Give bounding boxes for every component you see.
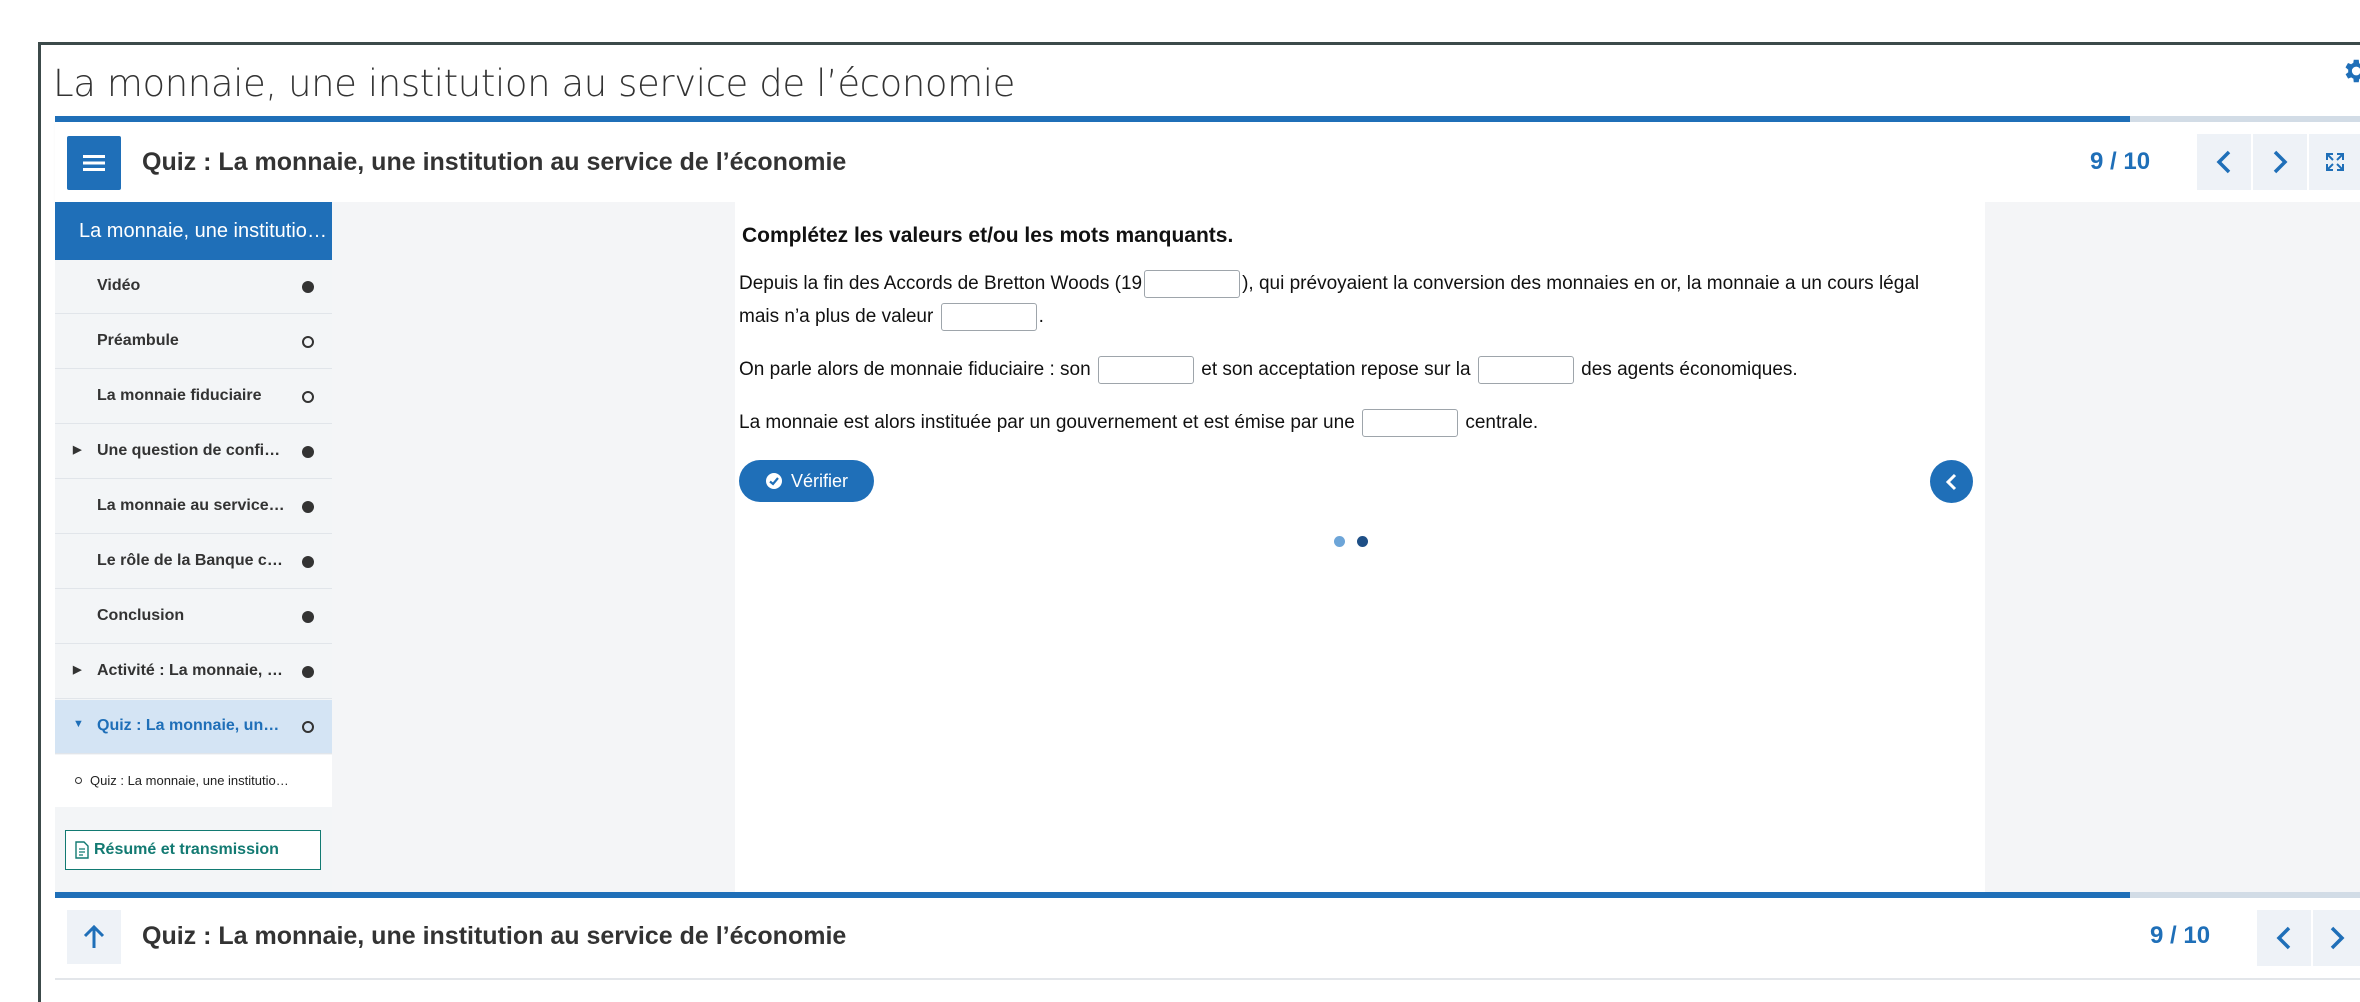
- status-complete-icon: [302, 501, 314, 513]
- sidebar-item-label: La monnaie fiduciaire: [97, 387, 262, 404]
- sidebar-item-label: La monnaie au service de l’économie: [97, 497, 287, 514]
- status-complete-icon: [302, 556, 314, 568]
- footer-previous-page-button[interactable]: [2257, 910, 2311, 966]
- page-title: La monnaie, une institution au service d…: [53, 62, 1016, 105]
- sidebar-item-question-confiance[interactable]: ▶ Une question de confiance: [55, 425, 332, 479]
- chevron-right-icon: [2330, 926, 2344, 950]
- gear-icon[interactable]: [2340, 56, 2360, 86]
- header-bar: Quiz : La monnaie, une institution au se…: [55, 122, 2360, 202]
- chevron-right-icon: [2273, 150, 2288, 174]
- sidebar-item-label: Quiz : La monnaie, une institution: [97, 717, 287, 734]
- sidebar-item-monnaie-service[interactable]: La monnaie au service de l’économie: [55, 480, 332, 534]
- footer-bar: Quiz : La monnaie, une institution au se…: [55, 898, 2360, 980]
- collapse-triangle-icon[interactable]: ▼: [73, 718, 84, 730]
- quiz-text: ), qui prévoyaient la conversion des mon…: [1242, 273, 1920, 294]
- check-circle-icon: [765, 473, 782, 489]
- footer-title: Quiz : La monnaie, une institution au se…: [142, 922, 847, 950]
- sidebar-subitem-label: Quiz : La monnaie, une institution au se…: [90, 773, 290, 788]
- quiz-text: La monnaie est alors instituée par un go…: [739, 412, 1355, 433]
- fullscreen-icon: [2325, 153, 2344, 171]
- blank-input-year[interactable]: [1144, 269, 1241, 298]
- quiz-paragraph-3: La monnaie est alors instituée par un go…: [739, 406, 1538, 439]
- quiz-instruction: Complétez les valeurs et/ou les mots man…: [742, 224, 1234, 247]
- fullscreen-button[interactable]: [2309, 134, 2360, 190]
- quiz-paragraph-2: On parle alors de monnaie fiduciaire : s…: [739, 353, 1798, 386]
- chevron-left-icon: [1945, 473, 1956, 490]
- chevron-left-icon: [2276, 926, 2291, 950]
- sidebar-item-label: Conclusion: [97, 607, 185, 624]
- sidebar-item-label: Activité : La monnaie, une institution: [97, 662, 287, 679]
- quiz-text: Depuis la fin des Accords de Bretton Woo…: [739, 273, 1143, 294]
- sidebar-item-monnaie-fiduciaire[interactable]: La monnaie fiduciaire: [55, 370, 332, 424]
- sidebar-item-role-banque[interactable]: Le rôle de la Banque centrale: [55, 535, 332, 589]
- header-title: Quiz : La monnaie, une institution au se…: [142, 148, 847, 176]
- next-page-button[interactable]: [2253, 134, 2307, 190]
- verify-button-label: Vérifier: [790, 470, 848, 491]
- pager-dot-2[interactable]: [1357, 536, 1368, 547]
- bullet-icon: [75, 777, 82, 784]
- summary-button-label: Résumé et transmission: [94, 841, 279, 858]
- sidebar-item-label: Le rôle de la Banque centrale: [97, 552, 287, 569]
- sidebar-item-label: Une question de confiance: [97, 442, 287, 459]
- page-counter: 9 / 10: [2090, 148, 2151, 175]
- content-area: Complétez les valeurs et/ou les mots man…: [332, 202, 2360, 892]
- sidebar: La monnaie, une institution au service d…: [55, 202, 332, 892]
- status-complete-icon: [302, 666, 314, 678]
- sidebar-item-label: Vidéo: [97, 277, 141, 294]
- summary-transmission-button[interactable]: Résumé et transmission: [65, 830, 321, 870]
- quiz-text: centrale.: [1465, 412, 1539, 433]
- sidebar-item-label: Préambule: [97, 332, 179, 349]
- quiz-text: mais n’a plus de valeur: [739, 306, 934, 327]
- status-complete-icon: [302, 446, 314, 458]
- scroll-top-button[interactable]: [67, 910, 121, 964]
- expand-triangle-icon[interactable]: ▶: [73, 443, 81, 456]
- status-complete-icon: [302, 281, 314, 293]
- blank-input-bank[interactable]: [1362, 408, 1459, 437]
- sidebar-item-preambule[interactable]: Préambule: [55, 315, 332, 369]
- quiz-text: et son acceptation repose sur la: [1201, 359, 1471, 380]
- hamburger-menu-icon: [83, 155, 105, 171]
- blank-input-value[interactable]: [940, 302, 1037, 331]
- sidebar-item-quiz[interactable]: ▼ Quiz : La monnaie, une institution: [55, 700, 332, 754]
- blank-input-value-2[interactable]: [1097, 355, 1194, 384]
- verify-button[interactable]: Vérifier: [739, 460, 874, 502]
- sidebar-item-conclusion[interactable]: Conclusion: [55, 590, 332, 644]
- expand-triangle-icon[interactable]: ▶: [73, 663, 81, 676]
- quiz-paragraph-1: Depuis la fin des Accords de Bretton Woo…: [739, 267, 1919, 333]
- quiz-text: .: [1038, 306, 1044, 327]
- menu-button[interactable]: [67, 136, 121, 190]
- quiz-card: Complétez les valeurs et/ou les mots man…: [735, 202, 1985, 892]
- quiz-text: On parle alors de monnaie fiduciaire : s…: [739, 359, 1091, 380]
- sidebar-course-title[interactable]: La monnaie, une institution au service d…: [55, 202, 332, 260]
- previous-question-button[interactable]: [1930, 460, 1973, 503]
- blank-input-confidence[interactable]: [1477, 355, 1574, 384]
- arrow-up-icon: [83, 924, 105, 948]
- sidebar-subitem-quiz[interactable]: Quiz : La monnaie, une institution au se…: [55, 755, 332, 807]
- footer-next-page-button[interactable]: [2313, 910, 2360, 966]
- status-incomplete-icon: [302, 336, 314, 348]
- status-complete-icon: [302, 611, 314, 623]
- footer-page-counter: 9 / 10: [2150, 922, 2211, 949]
- quiz-text: des agents économiques.: [1581, 359, 1798, 380]
- pager-dot-1[interactable]: [1334, 536, 1345, 547]
- previous-page-button[interactable]: [2197, 134, 2251, 190]
- document-icon: [75, 841, 89, 859]
- sidebar-item-activite[interactable]: ▶ Activité : La monnaie, une institution: [55, 645, 332, 699]
- sidebar-item-video[interactable]: Vidéo: [55, 260, 332, 314]
- status-incomplete-icon: [302, 391, 314, 403]
- status-incomplete-icon: [302, 721, 314, 733]
- chevron-left-icon: [2216, 150, 2231, 174]
